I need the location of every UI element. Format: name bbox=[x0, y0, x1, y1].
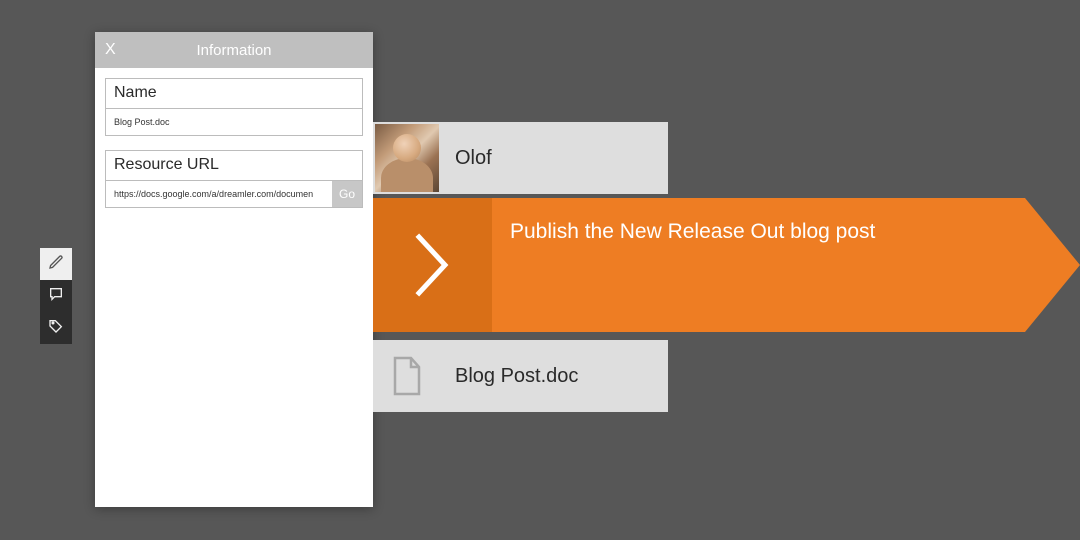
go-button[interactable]: Go bbox=[332, 181, 362, 207]
card-stack: Olof bbox=[373, 122, 668, 198]
panel-title: Information bbox=[123, 42, 363, 59]
task-title: Publish the New Release Out blog post bbox=[510, 218, 930, 246]
file-icon bbox=[375, 342, 439, 410]
close-button[interactable]: X bbox=[105, 41, 123, 59]
field-resource-url: Resource URL Go bbox=[105, 150, 363, 208]
information-panel: X Information Name Resource URL Go bbox=[95, 32, 373, 507]
resource-url-input[interactable] bbox=[106, 181, 332, 207]
edit-tool-button[interactable] bbox=[40, 248, 72, 280]
task-body: Publish the New Release Out blog post bbox=[492, 198, 1025, 332]
comment-tool-button[interactable] bbox=[40, 280, 72, 312]
chevron-right-icon bbox=[411, 229, 455, 301]
information-panel-header: X Information bbox=[95, 32, 373, 68]
information-panel-body: Name Resource URL Go bbox=[95, 68, 373, 232]
tag-icon bbox=[48, 318, 64, 339]
side-tool-strip bbox=[40, 248, 72, 344]
pencil-icon bbox=[48, 254, 64, 275]
file-card[interactable]: Blog Post.doc bbox=[373, 340, 668, 412]
tag-tool-button[interactable] bbox=[40, 312, 72, 344]
user-name: Olof bbox=[441, 147, 668, 170]
user-card[interactable]: Olof bbox=[373, 122, 668, 194]
field-name: Name bbox=[105, 78, 363, 136]
avatar bbox=[375, 124, 439, 192]
task-chevron-zone bbox=[373, 198, 492, 332]
field-resource-url-label: Resource URL bbox=[106, 151, 362, 181]
comment-icon bbox=[48, 286, 64, 307]
file-name: Blog Post.doc bbox=[441, 365, 668, 388]
name-input[interactable] bbox=[106, 109, 362, 135]
task-card[interactable]: Publish the New Release Out blog post bbox=[373, 198, 1080, 332]
field-name-label: Name bbox=[106, 79, 362, 109]
arrow-tip-icon bbox=[1025, 198, 1080, 332]
